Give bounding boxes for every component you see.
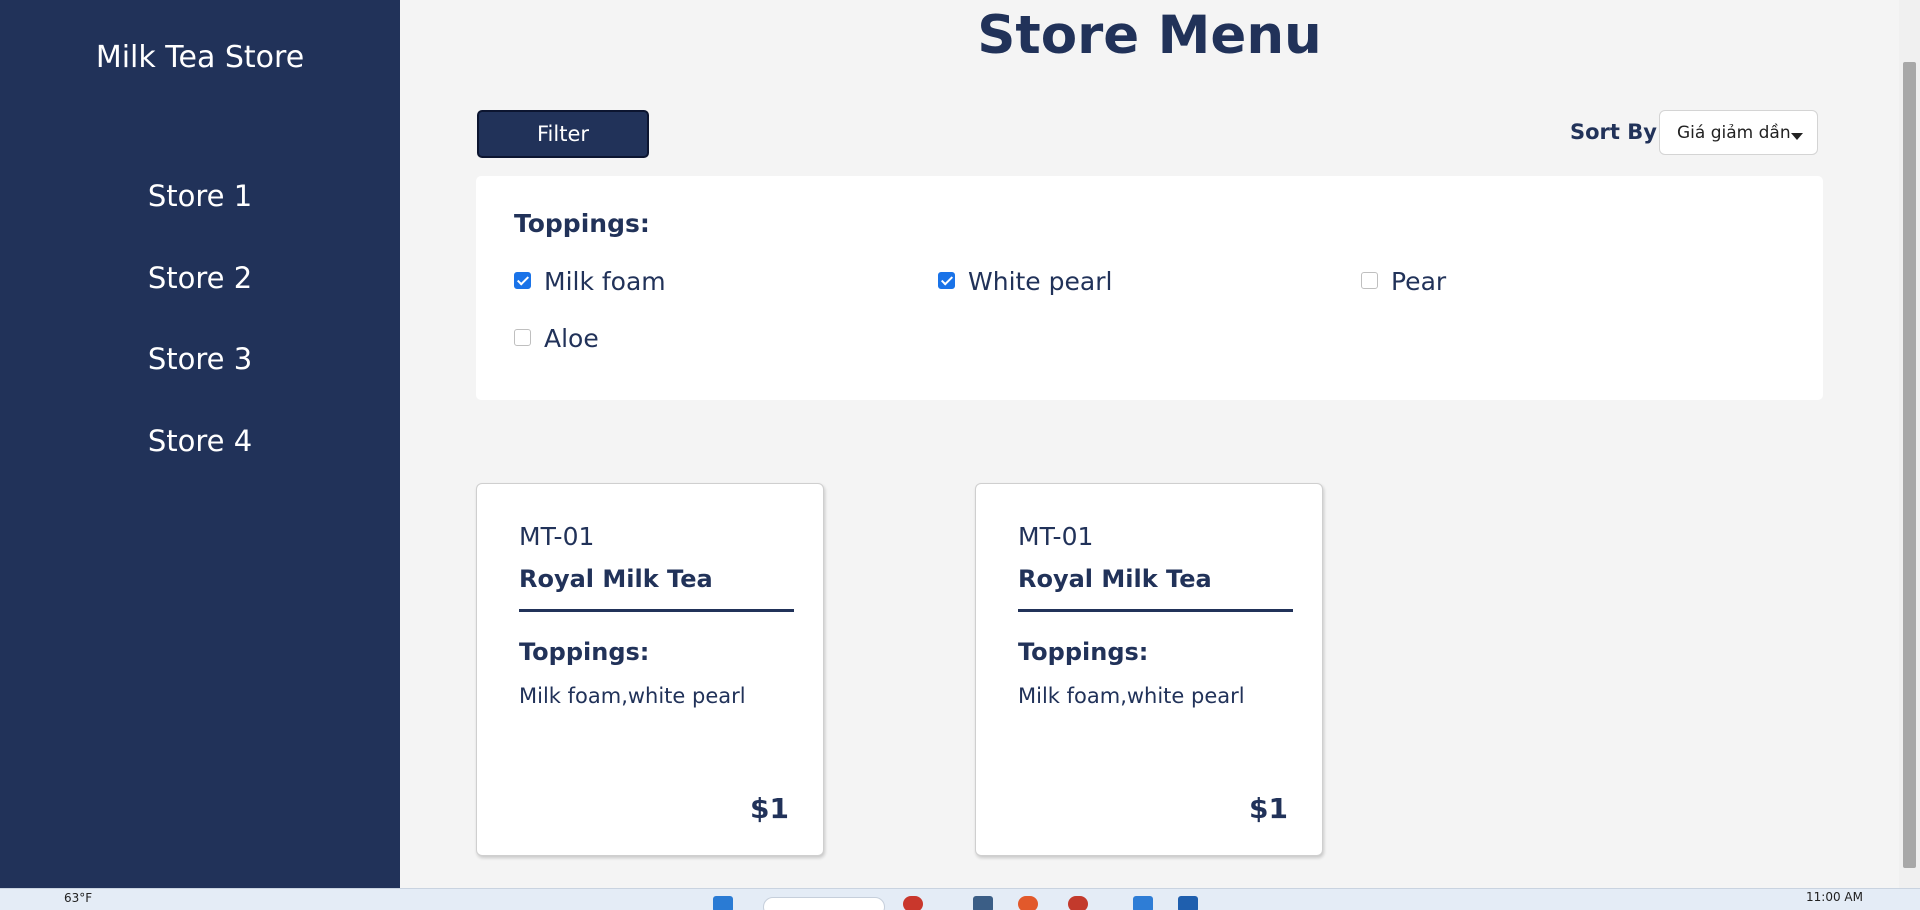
sidebar-item-store-2[interactable]: Store 2 bbox=[0, 258, 400, 340]
scrollbar-thumb[interactable] bbox=[1903, 62, 1916, 868]
windows-start-icon[interactable] bbox=[713, 896, 733, 910]
filter-option-label: Pear bbox=[1391, 267, 1447, 296]
sidebar-item-store-4[interactable]: Store 4 bbox=[0, 421, 400, 503]
divider bbox=[519, 609, 794, 612]
pear-checkbox[interactable] bbox=[1361, 272, 1378, 289]
app-icon[interactable] bbox=[903, 896, 923, 910]
brand-title: Milk Tea Store bbox=[95, 40, 305, 75]
filter-panel: Toppings: Milk foam White pearl Pear Alo… bbox=[476, 176, 1823, 400]
product-name: Royal Milk Tea bbox=[519, 565, 713, 593]
taskbar-search[interactable] bbox=[763, 897, 885, 910]
product-toppings-label: Toppings: bbox=[1018, 638, 1149, 666]
clock[interactable]: 11:00 AM bbox=[1806, 890, 1863, 904]
weather-widget[interactable]: 63°F bbox=[64, 891, 92, 905]
product-name: Royal Milk Tea bbox=[1018, 565, 1212, 593]
filter-button[interactable]: Filter bbox=[477, 110, 649, 158]
milk-foam-checkbox[interactable] bbox=[514, 272, 531, 289]
main-content: Store Menu Filter Sort By Giá giảm dần T… bbox=[400, 0, 1899, 888]
product-price: $1 bbox=[750, 792, 789, 825]
product-toppings-label: Toppings: bbox=[519, 638, 650, 666]
app-icon[interactable] bbox=[1068, 896, 1088, 910]
sort-select[interactable]: Giá giảm dần bbox=[1659, 110, 1818, 155]
filter-panel-title: Toppings: bbox=[514, 209, 650, 238]
product-card[interactable]: MT-01 Royal Milk Tea Toppings: Milk foam… bbox=[975, 483, 1323, 856]
sidebar-item-store-3[interactable]: Store 3 bbox=[0, 339, 400, 421]
filter-option-label: Milk foam bbox=[544, 267, 666, 296]
product-toppings: Milk foam,white pearl bbox=[1018, 684, 1245, 708]
app-icon[interactable] bbox=[1133, 896, 1153, 910]
divider bbox=[1018, 609, 1293, 612]
sidebar: Milk Tea Store Store 1 Store 2 Store 3 S… bbox=[0, 0, 400, 888]
product-card[interactable]: MT-01 Royal Milk Tea Toppings: Milk foam… bbox=[476, 483, 824, 856]
app-icon[interactable] bbox=[1178, 896, 1198, 910]
product-price: $1 bbox=[1249, 792, 1288, 825]
app-icon[interactable] bbox=[1018, 896, 1038, 910]
chevron-down-icon bbox=[1791, 133, 1803, 140]
filter-option-label: Aloe bbox=[544, 324, 599, 353]
taskbar: 63°F 11:00 AM bbox=[0, 888, 1920, 910]
sidebar-item-store-1[interactable]: Store 1 bbox=[0, 176, 400, 258]
product-toppings: Milk foam,white pearl bbox=[519, 684, 746, 708]
product-code: MT-01 bbox=[1018, 522, 1094, 551]
app-icon[interactable] bbox=[973, 896, 993, 910]
filter-option-label: White pearl bbox=[968, 267, 1113, 296]
sort-label: Sort By bbox=[1570, 120, 1657, 144]
aloe-checkbox[interactable] bbox=[514, 329, 531, 346]
product-code: MT-01 bbox=[519, 522, 595, 551]
sidebar-nav: Store 1 Store 2 Store 3 Store 4 bbox=[0, 176, 400, 502]
sort-select-value: Giá giảm dần bbox=[1677, 123, 1791, 143]
white-pearl-checkbox[interactable] bbox=[938, 272, 955, 289]
page-title: Store Menu bbox=[977, 5, 1322, 66]
